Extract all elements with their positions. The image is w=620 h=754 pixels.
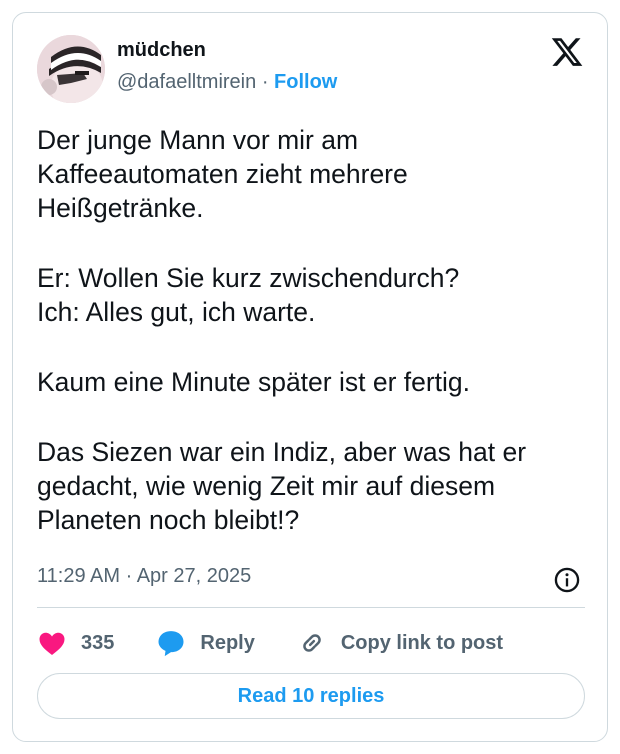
x-logo-icon[interactable]: [550, 35, 584, 69]
tweet-card: müdchen @dafaelltmirein · Follow Der jun…: [12, 12, 608, 742]
info-icon[interactable]: [553, 566, 581, 594]
avatar-image: [37, 35, 105, 103]
author-display-name[interactable]: müdchen: [117, 39, 206, 62]
tweet-paragraph: Der junge Mann vor mir am Kaffeeautomate…: [37, 125, 408, 223]
avatar[interactable]: [37, 35, 105, 103]
link-icon: [303, 634, 321, 652]
handle-separator: ·: [261, 71, 269, 93]
tweet-paragraph: Er: Wollen Sie kurz zwischendurch? Ich: …: [37, 263, 460, 327]
follow-button[interactable]: Follow: [274, 71, 337, 93]
copy-link-label: Copy link to post: [340, 631, 504, 654]
like-button[interactable]: 335: [37, 628, 114, 658]
author-handle-row: @dafaelltmirein · Follow: [117, 71, 337, 94]
copy-link-button[interactable]: Copy link to post: [297, 628, 503, 658]
tweet-paragraph: Das Siezen war ein Indiz, aber was hat e…: [37, 437, 527, 535]
heart-icon: [39, 632, 65, 655]
reply-label: Reply: [200, 631, 255, 654]
divider: [37, 607, 585, 608]
reply-bubble-icon: [158, 631, 184, 657]
tweet-text: Der junge Mann vor mir am Kaffeeautomate…: [37, 123, 587, 537]
tweet-paragraph: Kaum eine Minute später ist er fertig.: [37, 367, 471, 397]
read-replies-button[interactable]: Read 10 replies: [37, 673, 585, 719]
reply-button[interactable]: Reply: [156, 628, 255, 658]
author-handle[interactable]: @dafaelltmirein: [117, 71, 256, 93]
tweet-timestamp[interactable]: 11:29 AM · Apr 27, 2025: [37, 565, 251, 588]
action-bar: 335 Reply Copy link to post: [37, 625, 503, 661]
like-count: 335: [81, 631, 115, 654]
